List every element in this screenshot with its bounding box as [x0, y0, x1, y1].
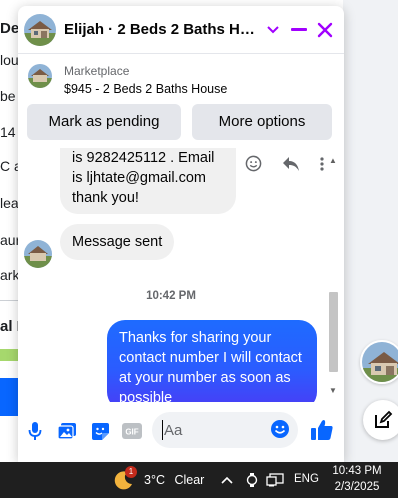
marketplace-listing[interactable]: Marketplace $945 - 2 Beds 2 Baths House [18, 56, 344, 104]
input-language[interactable]: ENG [294, 473, 319, 485]
device-icon[interactable] [244, 471, 260, 489]
listing-thumbnail [28, 64, 52, 88]
outgoing-message: Thanks for sharing your contact number I… [107, 320, 317, 402]
clock-date[interactable]: 2/3/2025 [332, 481, 382, 493]
photo-icon[interactable] [56, 420, 78, 442]
incoming-message: is 9282425112 . Email is ljhtate@gmail.c… [60, 148, 236, 214]
chat-header: Elijah · 2 Beds 2 Baths House [18, 6, 344, 54]
windows-taskbar: 1 3°C Clear ENG 10:43 PM 2/3/2025 [0, 462, 398, 498]
message-line: is 9282425112 . Email [72, 150, 215, 166]
house-photo-icon [362, 342, 398, 382]
scroll-up-arrow-icon[interactable]: ▲ [329, 156, 337, 165]
chevron-up-icon[interactable] [220, 471, 234, 489]
svg-text:GIF: GIF [125, 428, 138, 437]
background-right-panel [343, 0, 398, 462]
background-progress [0, 349, 20, 361]
background-divider [0, 300, 20, 301]
background-text: lea [0, 195, 19, 211]
message-line: thank you! [72, 190, 139, 206]
new-message-button[interactable] [363, 400, 398, 440]
contact-avatar[interactable] [24, 13, 56, 46]
message-composer: GIF [18, 406, 344, 462]
contact-avatar[interactable] [24, 240, 52, 268]
incoming-message: Message sent [60, 224, 175, 260]
reply-icon[interactable] [282, 156, 300, 177]
more-options-button[interactable]: More options [192, 104, 332, 140]
message-line: is ljhtate@gmail.com [72, 170, 206, 186]
message-timestamp: 10:42 PM [146, 290, 196, 302]
listing-kind: Marketplace [64, 64, 130, 78]
temperature: 3°C [144, 473, 165, 487]
scroll-down-arrow-icon[interactable]: ▼ [329, 386, 337, 395]
background-text: lou [0, 52, 19, 68]
background-text: ark [0, 267, 20, 283]
minimize-icon[interactable] [286, 17, 312, 43]
microphone-icon[interactable] [24, 420, 46, 442]
listing-title: $945 - 2 Beds 2 Baths House [64, 82, 228, 96]
close-icon[interactable] [312, 17, 338, 43]
house-photo-icon [24, 240, 52, 268]
emoji-icon[interactable] [270, 419, 290, 439]
thumbs-up-icon[interactable] [310, 418, 334, 442]
chat-head-avatar[interactable] [360, 340, 398, 384]
notification-badge: 1 [125, 466, 137, 478]
text-cursor [162, 420, 163, 440]
compose-icon [375, 410, 393, 428]
weather-condition: Clear [174, 473, 205, 487]
more-vertical-icon[interactable] [319, 156, 325, 177]
background-heading: De [0, 20, 20, 37]
house-photo-icon [28, 64, 52, 88]
weather-widget[interactable]: 3°C Clear [144, 473, 204, 487]
sticker-icon[interactable] [89, 420, 111, 442]
contact-name[interactable]: Elijah · 2 Beds 2 Baths House [64, 21, 260, 38]
react-emoji-icon[interactable] [245, 155, 262, 177]
message-actions [245, 155, 325, 177]
network-icon[interactable] [266, 471, 284, 489]
background-button[interactable] [0, 378, 20, 416]
background-text: be [0, 88, 16, 104]
house-photo-icon [24, 13, 56, 46]
chevron-down-icon[interactable] [260, 17, 286, 43]
chat-window: Elijah · 2 Beds 2 Baths House Marketplac… [18, 6, 344, 462]
scroll-thumb[interactable] [329, 292, 338, 372]
message-thread: is 9282425112 . Email is ljhtate@gmail.c… [18, 148, 344, 402]
gif-icon[interactable]: GIF [121, 420, 143, 442]
mark-as-pending-button[interactable]: Mark as pending [27, 104, 181, 140]
thread-scrollbar[interactable]: ▲ ▼ [326, 154, 340, 398]
clock-time[interactable]: 10:43 PM [332, 465, 382, 477]
background-text: 14 [0, 124, 16, 140]
